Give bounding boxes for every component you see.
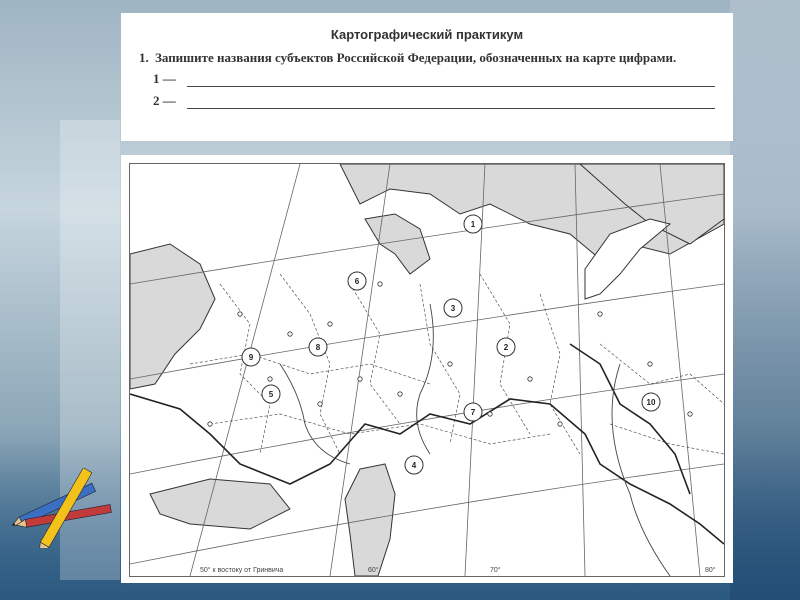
region-marker-label-6: 6 [355,277,360,286]
background-band-right [730,0,800,600]
contour-map: 1 2 3 4 5 6 7 8 9 10 50° к востоку от Гр… [130,164,724,576]
region-marker-10: 10 [641,392,661,412]
region-marker-label-10: 10 [647,398,656,407]
region-marker-label-5: 5 [269,390,274,399]
task-question: 1. Запишите названия субъектов Российской… [139,50,715,65]
region-marker-5: 5 [261,384,281,404]
baltic-sea [130,243,216,390]
task-card: Картографический практикум 1. Запишите на… [121,13,733,141]
map-card: 1 2 3 4 5 6 7 8 9 10 50° к востоку от Гр… [121,155,733,583]
region-marker-9: 9 [241,347,261,367]
region-marker-4: 4 [404,455,424,475]
longitude-80: 80° [705,566,716,574]
region-marker-7: 7 [463,402,483,422]
region-marker-label-7: 7 [471,408,476,417]
caspian-sea [344,463,396,576]
region-marker-1: 1 [463,214,483,234]
longitude-60: 60° [368,566,379,574]
map-frame: 1 2 3 4 5 6 7 8 9 10 50° к востоку от Гр… [129,163,725,577]
region-marker-label-3: 3 [451,304,456,313]
task-text: Запишите названия субъектов Российской Ф… [155,50,677,65]
region-marker-label-9: 9 [249,353,254,362]
page-title: Картографический практикум [330,27,524,42]
meridian-note: 50° к востоку от Гринвича [200,566,283,574]
region-marker-6: 6 [347,271,367,291]
answer-line-1: 1 — [139,71,715,87]
region-marker-8: 8 [308,337,328,357]
white-sea [364,213,431,275]
answer-label-1: 1 — [153,71,176,86]
region-marker-label-2: 2 [504,343,509,352]
region-marker-label-4: 4 [412,461,417,470]
longitude-70: 70° [490,566,501,574]
bottom-labels: 50° к востоку от Гринвича 60° 70° 80° [200,566,716,574]
region-marker-2: 2 [496,337,516,357]
answer-line-2: 2 — [139,93,715,109]
region-marker-3: 3 [443,298,463,318]
region-marker-label-1: 1 [471,220,476,229]
pencils-icon [10,467,125,555]
black-sea [149,478,291,530]
answer-label-2: 2 — [153,93,176,108]
answer-blank-2[interactable] [187,96,715,109]
region-marker-label-8: 8 [316,343,321,352]
task-number: 1. [139,50,149,65]
answer-blank-1[interactable] [187,74,715,87]
